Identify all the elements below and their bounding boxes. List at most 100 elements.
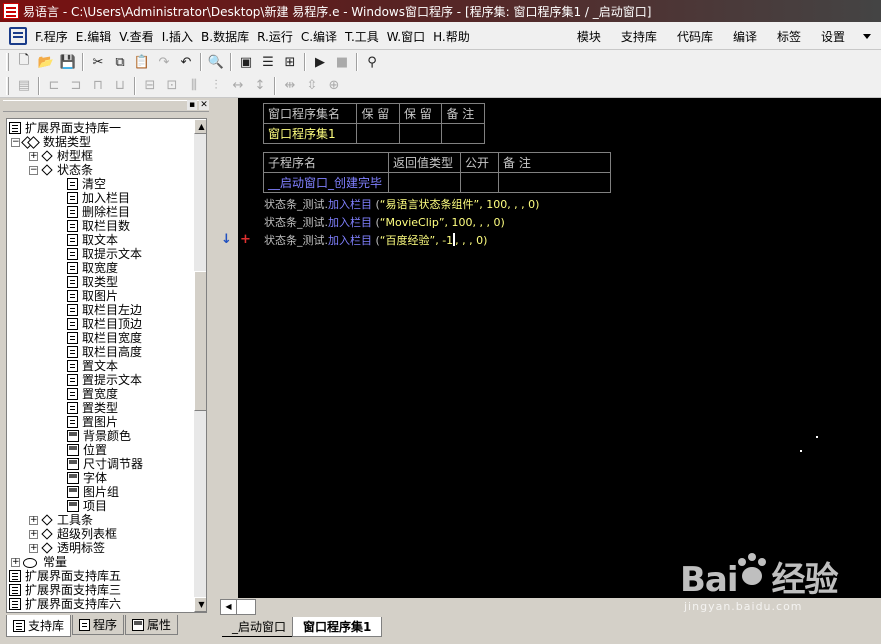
toolbar-grip[interactable] <box>6 76 9 95</box>
table-cell[interactable] <box>441 123 485 144</box>
align-top-icon[interactable]: ⊓ <box>87 75 109 97</box>
tree-item[interactable]: 取栏目高度 <box>67 345 142 359</box>
panel-pin-icon[interactable]: ▪ <box>187 100 197 110</box>
tree-scrollbar[interactable]: ▲ ▼ <box>194 119 206 612</box>
app-menu-icon[interactable] <box>9 26 27 45</box>
scroll-thumb[interactable] <box>194 271 206 411</box>
code-line-current[interactable]: 状态条_测试.加入栏目 (“百度经验”, -1, , , 0) <box>264 232 487 250</box>
tree-item[interactable]: 取图片 <box>67 289 118 303</box>
menu-edit[interactable]: E.编辑 <box>72 22 115 50</box>
table-cell[interactable] <box>356 123 400 144</box>
tree-item[interactable]: − 数据类型 <box>11 135 91 149</box>
run-icon[interactable]: ▶ <box>309 51 331 73</box>
tree-item[interactable]: 扩展界面支持库六 <box>9 597 121 611</box>
tree-item[interactable]: 清空 <box>67 177 106 191</box>
stop-icon[interactable]: ■ <box>331 51 353 73</box>
tree-item[interactable]: 取栏目左边 <box>67 303 142 317</box>
assembly-name-cell[interactable]: 窗口程序集1 <box>262 123 358 144</box>
layout-rows-icon[interactable]: ☰ <box>257 51 279 73</box>
tree-item[interactable]: 尺寸调节器 <box>67 457 143 471</box>
align-form-icon[interactable]: ▤ <box>13 75 35 97</box>
find-icon[interactable]: 🔍 <box>205 51 227 73</box>
menu-view[interactable]: V.查看 <box>115 22 157 50</box>
code-line[interactable]: 状态条_测试.加入栏目 (“MovieClip”, 100, , , 0) <box>264 214 505 232</box>
toolbar-grip[interactable] <box>6 53 9 71</box>
center-horizontal-icon[interactable]: ⊟ <box>139 75 161 97</box>
expand-icon[interactable]: + <box>29 529 38 539</box>
expand-v-icon[interactable]: ⇳ <box>301 75 323 97</box>
center-vertical-icon[interactable]: ⊡ <box>161 75 183 97</box>
tree-item[interactable]: 置提示文本 <box>67 373 142 387</box>
table-cell[interactable] <box>460 172 499 193</box>
scroll-down-icon[interactable]: ▼ <box>194 597 206 612</box>
table-cell[interactable] <box>398 123 443 144</box>
collapse-icon[interactable]: − <box>11 137 20 147</box>
tree-item[interactable]: 置文本 <box>67 359 118 373</box>
tab-program[interactable]: 程序 <box>72 615 125 635</box>
menu-database[interactable]: B.数据库 <box>197 22 253 50</box>
menu-tags[interactable]: 标签 <box>767 22 811 50</box>
menu-compile-right[interactable]: 编译 <box>723 22 767 50</box>
tree-item[interactable]: + 透明标签 <box>29 541 105 555</box>
align-bottom-icon[interactable]: ⊔ <box>109 75 131 97</box>
open-folder-icon[interactable]: 📂 <box>35 51 57 73</box>
expand-icon[interactable]: + <box>29 151 38 161</box>
tree-item[interactable]: + 树型框 <box>29 149 93 163</box>
tree-item[interactable]: + 常量 <box>11 555 67 569</box>
layout-window-icon[interactable]: ▣ <box>235 51 257 73</box>
tree-item[interactable]: 取栏目顶边 <box>67 317 142 331</box>
align-left-icon[interactable]: ⊏ <box>43 75 65 97</box>
table-cell[interactable] <box>388 172 461 193</box>
copy-icon[interactable]: ⧉ <box>109 51 131 73</box>
tab-assembly-1[interactable]: 窗口程序集1 <box>292 617 383 637</box>
redo-icon[interactable]: ↷ <box>153 51 175 73</box>
tree-item[interactable]: 扩展界面支持库一 <box>9 121 121 135</box>
tree-item[interactable]: 取栏目宽度 <box>67 331 142 345</box>
menu-compile[interactable]: C.编译 <box>297 22 341 50</box>
tree-item[interactable]: + 工具条 <box>29 513 93 527</box>
tree-item[interactable]: 加入栏目 <box>67 191 130 205</box>
space-h-icon[interactable]: ↔ <box>227 75 249 97</box>
menu-run[interactable]: R.运行 <box>253 22 297 50</box>
paste-icon[interactable]: 📋 <box>131 51 153 73</box>
tree-item[interactable]: 置类型 <box>67 401 118 415</box>
tree-item[interactable]: 取文本 <box>67 233 118 247</box>
collapse-icon[interactable]: − <box>29 165 38 175</box>
tree-item[interactable]: 字体 <box>67 471 107 485</box>
tab-properties[interactable]: 属性 <box>125 615 179 635</box>
layout-grid-icon[interactable]: ⊞ <box>279 51 301 73</box>
tree-item[interactable]: 背景颜色 <box>67 429 131 443</box>
menu-dropdown-icon[interactable] <box>863 34 871 39</box>
editor-gutter[interactable]: ↓ <box>216 98 238 598</box>
tree-item[interactable]: 位置 <box>67 443 107 457</box>
save-icon[interactable]: 💾 <box>57 51 79 73</box>
code-line[interactable]: 状态条_测试.加入栏目 (“易语言状态条组件”, 100, , , 0) <box>264 196 539 214</box>
code-editor[interactable]: + 窗口程序集名 保 留 保 留 备 注 窗口程序集1 子程序名 返回值类型 公… <box>238 98 881 598</box>
menu-tools[interactable]: T.工具 <box>341 22 383 50</box>
tree-item[interactable]: 取提示文本 <box>67 247 142 261</box>
space-v-icon[interactable]: ↕ <box>249 75 271 97</box>
menu-settings[interactable]: 设置 <box>811 22 855 50</box>
panel-close-icon[interactable]: ✕ <box>199 100 209 110</box>
tree-item[interactable]: 扩展界面支持库五 <box>9 569 121 583</box>
menu-support-lib[interactable]: 支持库 <box>611 22 667 50</box>
tree-item[interactable]: 取宽度 <box>67 261 118 275</box>
table-cell[interactable] <box>498 172 611 193</box>
tree-item[interactable]: 扩展界面支持库三 <box>9 583 121 597</box>
tree-item[interactable]: 取类型 <box>67 275 118 289</box>
scroll-up-icon[interactable]: ▲ <box>194 119 206 134</box>
tab-support-library[interactable]: 支持库 <box>6 615 72 637</box>
align-right-icon[interactable]: ⊐ <box>65 75 87 97</box>
undo-icon[interactable]: ↶ <box>175 51 197 73</box>
tree-item[interactable]: 项目 <box>67 499 107 513</box>
tree-item[interactable]: 图片组 <box>67 485 119 499</box>
new-file-icon[interactable]: 🗋 <box>13 51 35 73</box>
menu-insert[interactable]: I.插入 <box>158 22 197 50</box>
expand-icon[interactable]: + <box>29 515 38 525</box>
tree-item[interactable]: 删除栏目 <box>67 205 130 219</box>
binoculars-icon[interactable]: ⚲ <box>361 51 383 73</box>
tree-item[interactable]: − 状态条 <box>29 163 93 177</box>
center-both-icon[interactable]: ⊕ <box>323 75 345 97</box>
expand-h-icon[interactable]: ⇹ <box>279 75 301 97</box>
same-width-icon[interactable]: ⫶ <box>205 75 227 97</box>
